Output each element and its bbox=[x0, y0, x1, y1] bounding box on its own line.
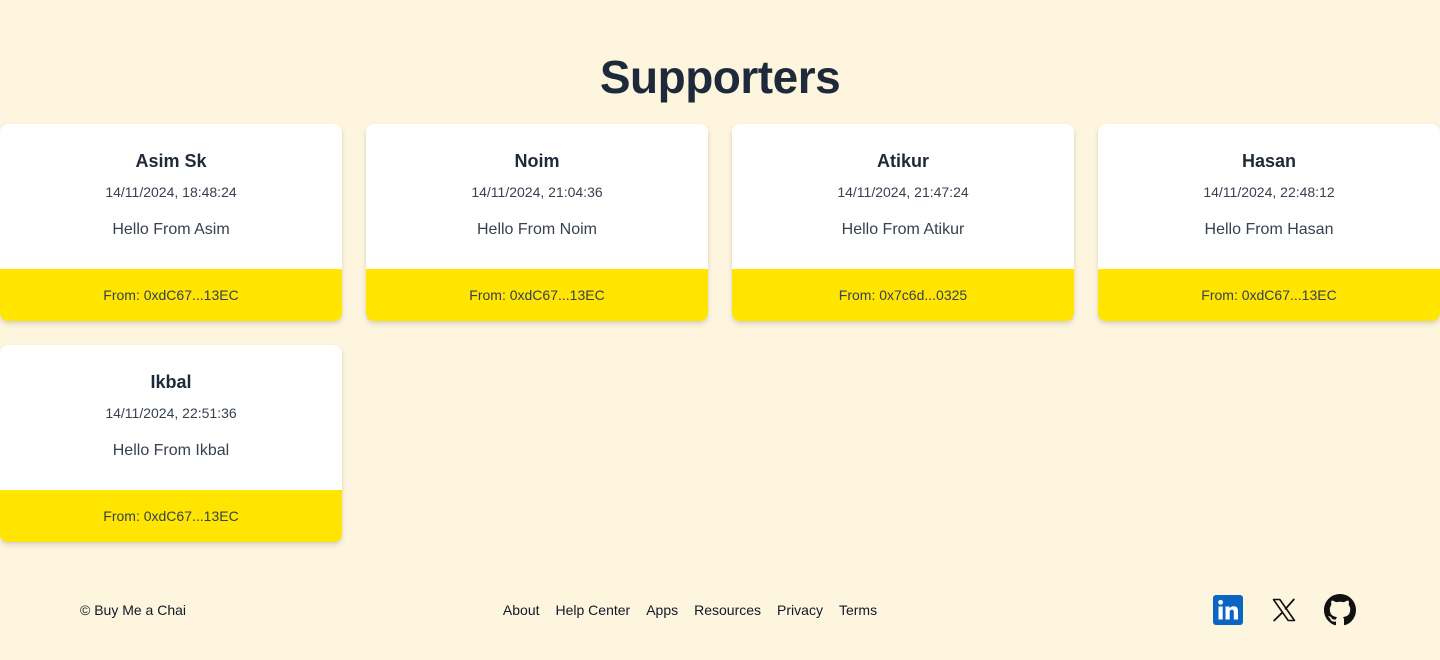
supporter-card-body: Asim Sk 14/11/2024, 18:48:24 Hello From … bbox=[0, 124, 342, 269]
footer-link-resources[interactable]: Resources bbox=[694, 601, 761, 619]
page-title: Supporters bbox=[599, 51, 841, 103]
footer-link-help-center[interactable]: Help Center bbox=[556, 601, 631, 619]
supporter-card-body: Ikbal 14/11/2024, 22:51:36 Hello From Ik… bbox=[0, 345, 342, 490]
supporters-grid: Asim Sk 14/11/2024, 18:48:24 Hello From … bbox=[0, 124, 1440, 542]
supporter-name: Hasan bbox=[1241, 151, 1297, 171]
supporter-address: From: 0xdC67...13EC bbox=[0, 269, 342, 321]
supporter-card-body: Hasan 14/11/2024, 22:48:12 Hello From Ha… bbox=[1098, 124, 1440, 269]
supporter-address: From: 0xdC67...13EC bbox=[1098, 269, 1440, 321]
supporter-name: Asim Sk bbox=[135, 151, 207, 171]
supporter-name: Atikur bbox=[876, 151, 929, 171]
supporter-timestamp: 14/11/2024, 22:51:36 bbox=[105, 405, 237, 421]
supporter-message: Hello From Hasan bbox=[1204, 221, 1334, 238]
x-icon[interactable] bbox=[1268, 594, 1300, 626]
site-footer: © Buy Me a Chai About Help Center Apps R… bbox=[0, 590, 1440, 630]
supporter-card: Hasan 14/11/2024, 22:48:12 Hello From Ha… bbox=[1098, 124, 1440, 321]
supporter-address: From: 0xdC67...13EC bbox=[0, 490, 342, 542]
supporter-timestamp: 14/11/2024, 21:47:24 bbox=[837, 184, 969, 200]
supporter-timestamp: 14/11/2024, 21:04:36 bbox=[471, 184, 603, 200]
footer-nav: About Help Center Apps Resources Privacy… bbox=[490, 601, 890, 619]
social-links bbox=[1212, 594, 1356, 626]
supporter-card: Noim 14/11/2024, 21:04:36 Hello From Noi… bbox=[366, 124, 708, 321]
supporter-address: From: 0x7c6d...0325 bbox=[732, 269, 1074, 321]
supporter-card-body: Noim 14/11/2024, 21:04:36 Hello From Noi… bbox=[366, 124, 708, 269]
copyright-text: © Buy Me a Chai bbox=[80, 602, 187, 618]
supporter-name: Ikbal bbox=[150, 372, 192, 392]
footer-link-apps[interactable]: Apps bbox=[646, 601, 678, 619]
supporter-message: Hello From Ikbal bbox=[112, 442, 230, 459]
supporter-message: Hello From Noim bbox=[476, 221, 597, 238]
supporter-address: From: 0xdC67...13EC bbox=[366, 269, 708, 321]
supporter-timestamp: 14/11/2024, 22:48:12 bbox=[1203, 184, 1335, 200]
supporter-name: Noim bbox=[514, 151, 560, 171]
footer-link-about[interactable]: About bbox=[503, 601, 540, 619]
supporter-message: Hello From Atikur bbox=[841, 221, 965, 238]
supporter-card: Asim Sk 14/11/2024, 18:48:24 Hello From … bbox=[0, 124, 342, 321]
supporter-card-body: Atikur 14/11/2024, 21:47:24 Hello From A… bbox=[732, 124, 1074, 269]
supporter-card: Atikur 14/11/2024, 21:47:24 Hello From A… bbox=[732, 124, 1074, 321]
supporter-message: Hello From Asim bbox=[112, 221, 230, 238]
supporter-card: Ikbal 14/11/2024, 22:51:36 Hello From Ik… bbox=[0, 345, 342, 542]
supporter-timestamp: 14/11/2024, 18:48:24 bbox=[105, 184, 237, 200]
github-icon[interactable] bbox=[1324, 594, 1356, 626]
footer-link-terms[interactable]: Terms bbox=[839, 601, 877, 619]
linkedin-icon[interactable] bbox=[1212, 594, 1244, 626]
footer-link-privacy[interactable]: Privacy bbox=[777, 601, 823, 619]
